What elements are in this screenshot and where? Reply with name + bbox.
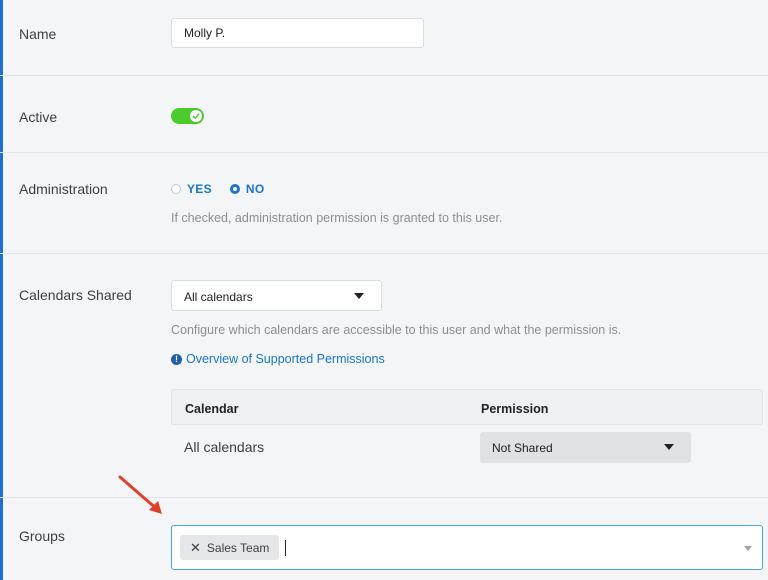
administration-row: Administration — [0, 153, 768, 254]
calendars-select[interactable]: All calendars — [171, 280, 382, 311]
arrow-icon — [118, 475, 162, 514]
calendars-help: Configure which calendars are accessible… — [171, 323, 622, 337]
active-label: Active — [19, 109, 58, 125]
table-header: Calendar Permission — [171, 389, 763, 425]
name-label: Name — [19, 26, 57, 42]
administration-radio-group: YES NO — [171, 182, 283, 196]
close-icon[interactable]: ✕ — [190, 540, 201, 556]
calendars-label: Calendars Shared — [19, 287, 132, 303]
toggle-knob — [190, 110, 202, 122]
name-input[interactable]: Molly P. — [171, 18, 424, 48]
radio-yes-label[interactable]: YES — [187, 182, 212, 196]
radio-no-label[interactable]: NO — [246, 182, 265, 196]
header-calendar: Calendar — [185, 402, 239, 416]
group-tag: ✕ Sales Team — [180, 535, 280, 560]
radio-yes[interactable] — [171, 184, 181, 194]
radio-no[interactable] — [229, 184, 240, 194]
table-row: All calendars Not Shared — [171, 425, 763, 469]
name-row: Name Molly P. — [0, 0, 768, 76]
caret-down-icon — [664, 444, 674, 450]
groups-input[interactable]: ✕ Sales Team — [171, 525, 763, 570]
group-tag-label: Sales Team — [206, 540, 270, 555]
check-icon — [192, 113, 200, 120]
cell-calendar: All calendars — [184, 439, 265, 455]
groups-label: Groups — [19, 528, 65, 544]
administration-help: If checked, administration permission is… — [171, 211, 503, 225]
active-row: Active — [0, 76, 768, 153]
permission-select-value: Not Shared — [492, 441, 553, 455]
calendars-select-value: All calendars — [184, 290, 253, 304]
permission-select[interactable]: Not Shared — [480, 432, 691, 463]
text-cursor — [285, 540, 286, 556]
header-permission: Permission — [481, 402, 549, 416]
permissions-link-text[interactable]: Overview of Supported Permissions — [186, 352, 385, 366]
administration-label: Administration — [19, 181, 108, 197]
info-icon: ! — [171, 353, 182, 365]
permissions-table: Calendar Permission All calendars Not Sh… — [171, 389, 763, 469]
active-toggle[interactable] — [171, 108, 204, 124]
caret-down-icon — [354, 293, 364, 299]
permissions-link[interactable]: ! Overview of Supported Permissions — [171, 352, 385, 366]
chevron-down-icon[interactable] — [744, 546, 752, 551]
